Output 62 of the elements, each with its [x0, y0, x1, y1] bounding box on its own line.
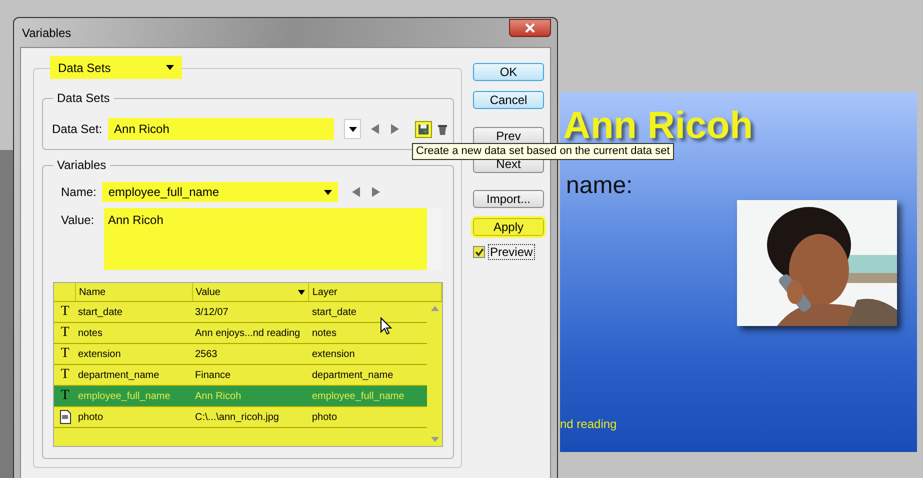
- dialog-button[interactable]: Apply: [473, 218, 544, 236]
- table-cell: department_name: [312, 370, 394, 380]
- column-header[interactable]: Layer: [309, 283, 442, 301]
- table-cell: 3/12/07: [195, 306, 228, 318]
- mode-dropdown[interactable]: Data Sets: [50, 56, 182, 79]
- scroll-up-icon[interactable]: [430, 306, 438, 311]
- table-cell: start_date: [78, 306, 122, 318]
- image-file-icon: [60, 410, 70, 424]
- column-header[interactable]: Name: [76, 283, 193, 301]
- table-cell: C:\...\ann_ricoh.jpg: [195, 412, 279, 422]
- table-cell: Finance: [195, 370, 231, 380]
- table-cell: photo: [78, 412, 104, 422]
- mouse-pointer-icon: [380, 317, 392, 335]
- table-cell: employee_full_name: [78, 390, 170, 402]
- table-row[interactable]: photo C:\...\ann_ricoh.jpg photo: [54, 407, 427, 428]
- dialog-button[interactable]: Cancel: [473, 91, 544, 109]
- table-row[interactable]: T extension 2563 extension: [54, 344, 427, 365]
- text-layer-icon: T: [60, 389, 70, 403]
- table-row[interactable]: T employee_full_name Ann Ricoh employee_full_name: [54, 386, 427, 407]
- table-cell: 2563: [195, 348, 218, 360]
- data-set-label: Data Set:: [52, 121, 102, 138]
- name-label: Name:: [61, 184, 96, 201]
- caret-icon: [324, 190, 332, 194]
- table-cell: employee_full_name: [312, 390, 404, 402]
- close-icon: [525, 22, 535, 32]
- window-title: Variables: [22, 24, 72, 42]
- table-cell: department_name: [78, 370, 160, 380]
- dialog-button[interactable]: Import...: [473, 190, 544, 208]
- next-arrow-icon[interactable]: [391, 124, 400, 134]
- dropdown-button[interactable]: [344, 119, 362, 139]
- new-data-set-button[interactable]: [415, 120, 432, 138]
- previous-arrow-icon[interactable]: [371, 124, 380, 134]
- save-icon: [418, 124, 430, 134]
- value-label: Value:: [61, 212, 94, 229]
- table-cell: start_date: [312, 306, 356, 318]
- previous-arrow-icon[interactable]: [352, 187, 360, 197]
- caret-icon: [166, 65, 174, 70]
- scroll-down-icon[interactable]: [430, 437, 438, 442]
- table-cell: notes: [78, 328, 102, 338]
- name-dropdown[interactable]: employee_full_name: [102, 182, 338, 202]
- table-cell: extension: [78, 348, 121, 360]
- text-layer-icon: T: [60, 347, 70, 361]
- column-header[interactable]: Value: [192, 283, 310, 301]
- next-arrow-icon[interactable]: [372, 187, 380, 197]
- table-cell: notes: [312, 328, 336, 338]
- table-cell: photo: [312, 412, 338, 422]
- data-set-field[interactable]: Ann Ricoh: [108, 118, 334, 140]
- canvas-label: name:: [566, 172, 633, 200]
- text-layer-icon: T: [60, 305, 70, 319]
- text-layer-icon: T: [60, 326, 70, 340]
- close-button[interactable]: [509, 18, 551, 36]
- caret-icon: [348, 126, 357, 132]
- tooltip: Create a new data set based on the current data set: [412, 143, 674, 160]
- dialog-button[interactable]: OK: [473, 63, 544, 81]
- checkmark-icon: [474, 248, 484, 256]
- table-cell: Ann enjoys...nd reading: [195, 328, 300, 338]
- trash-icon[interactable]: [438, 124, 448, 134]
- canvas-note: nd reading: [560, 417, 617, 431]
- text-layer-icon: T: [60, 368, 70, 382]
- table-cell: Ann Ricoh: [195, 390, 242, 402]
- table-cell: extension: [312, 348, 355, 360]
- table-row[interactable]: T start_date 3/12/07 start_date: [54, 302, 427, 323]
